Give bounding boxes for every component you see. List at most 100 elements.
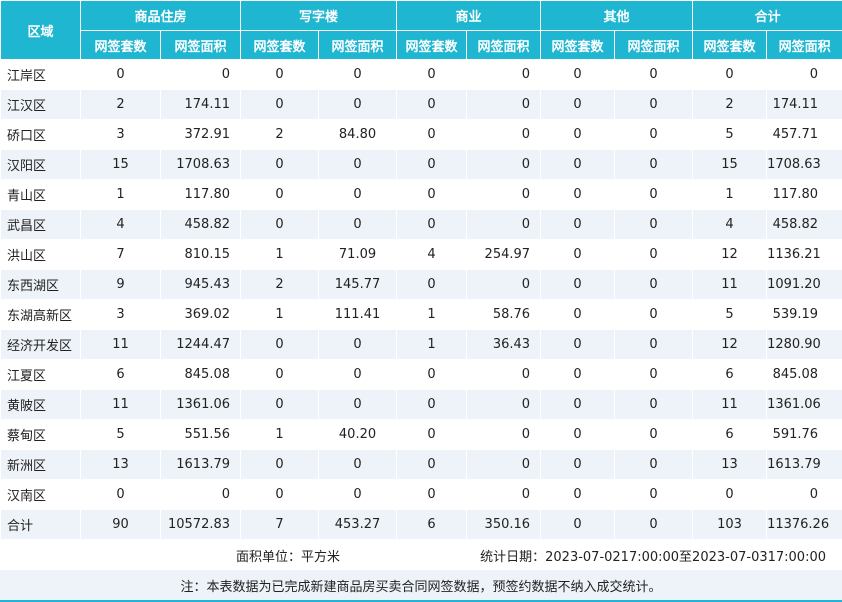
area-unit-label: 面积单位：平方米: [0, 546, 340, 565]
value-cell: 0: [541, 450, 615, 480]
value-cell: 457.71: [767, 120, 842, 150]
table-row: 江岸区0000000000: [1, 60, 842, 90]
value-cell: 0: [541, 300, 615, 330]
value-cell: 6: [397, 510, 467, 540]
value-cell: 11: [693, 270, 767, 300]
value-cell: 1: [241, 300, 319, 330]
value-cell: 1: [693, 180, 767, 210]
value-cell: 1613.79: [161, 450, 241, 480]
value-cell: 1: [241, 420, 319, 450]
value-cell: 945.43: [161, 270, 241, 300]
value-cell: 0: [319, 180, 397, 210]
value-cell: 0: [467, 120, 541, 150]
value-cell: 1708.63: [161, 150, 241, 180]
value-cell: 4: [693, 210, 767, 240]
value-cell: 0: [467, 210, 541, 240]
value-cell: 0: [319, 210, 397, 240]
table-row: 武昌区4458.820000004458.82: [1, 210, 842, 240]
value-cell: 0: [615, 390, 693, 420]
value-cell: 0: [467, 150, 541, 180]
value-cell: 0: [241, 330, 319, 360]
header-group-other: 其他: [541, 1, 693, 31]
table-row: 江夏区6845.080000006845.08: [1, 360, 842, 390]
value-cell: 0: [615, 480, 693, 510]
region-cell: 黄陂区: [1, 390, 81, 420]
value-cell: 174.11: [767, 90, 842, 120]
value-cell: 15: [81, 150, 161, 180]
value-cell: 1: [397, 330, 467, 360]
value-cell: 0: [541, 180, 615, 210]
value-cell: 0: [161, 60, 241, 90]
region-cell: 经济开发区: [1, 330, 81, 360]
value-cell: 0: [467, 390, 541, 420]
value-cell: 0: [541, 420, 615, 450]
value-cell: 10572.83: [161, 510, 241, 540]
value-cell: 0: [693, 60, 767, 90]
value-cell: 0: [467, 450, 541, 480]
value-cell: 0: [319, 360, 397, 390]
value-cell: 0: [615, 60, 693, 90]
header-group-residential: 商品住房: [81, 1, 241, 31]
region-cell: 蔡甸区: [1, 420, 81, 450]
header-group-commercial: 商业: [397, 1, 541, 31]
total-row: 合计9010572.837453.276350.160010311376.26: [1, 510, 842, 540]
value-cell: 117.80: [767, 180, 842, 210]
header-group-office: 写字楼: [241, 1, 397, 31]
value-cell: 0: [397, 90, 467, 120]
value-cell: 2: [81, 90, 161, 120]
value-cell: 71.09: [319, 240, 397, 270]
value-cell: 2: [693, 90, 767, 120]
value-cell: 0: [241, 90, 319, 120]
value-cell: 0: [615, 270, 693, 300]
value-cell: 84.80: [319, 120, 397, 150]
value-cell: 90: [81, 510, 161, 540]
region-cell: 汉南区: [1, 480, 81, 510]
value-cell: 0: [615, 150, 693, 180]
value-cell: 6: [693, 360, 767, 390]
value-cell: 0: [467, 270, 541, 300]
header-sub-area: 网签面积: [161, 31, 241, 60]
value-cell: 0: [319, 60, 397, 90]
statistics-period: 统计日期：2023-07-0217:00:00至2023-07-0317:00:…: [480, 546, 842, 565]
region-cell: 硚口区: [1, 120, 81, 150]
value-cell: 12: [693, 330, 767, 360]
value-cell: 7: [81, 240, 161, 270]
value-cell: 0: [541, 510, 615, 540]
value-cell: 58.76: [467, 300, 541, 330]
value-cell: 1708.63: [767, 150, 842, 180]
value-cell: 0: [319, 330, 397, 360]
value-cell: 845.08: [767, 360, 842, 390]
table-body: 江岸区0000000000江汉区2174.110000002174.11硚口区3…: [1, 60, 842, 540]
value-cell: 0: [541, 270, 615, 300]
value-cell: 0: [467, 90, 541, 120]
value-cell: 0: [241, 450, 319, 480]
value-cell: 0: [615, 510, 693, 540]
value-cell: 0: [467, 420, 541, 450]
value-cell: 0: [467, 360, 541, 390]
value-cell: 12: [693, 240, 767, 270]
value-cell: 551.56: [161, 420, 241, 450]
table-row: 汉南区0000000000: [1, 480, 842, 510]
value-cell: 0: [397, 120, 467, 150]
footnote: 注：本表数据为已完成新建商品房买卖合同网签数据，预签约数据不纳入成交统计。: [0, 570, 842, 602]
value-cell: 4: [397, 240, 467, 270]
table-row: 青山区1117.800000001117.80: [1, 180, 842, 210]
value-cell: 845.08: [161, 360, 241, 390]
value-cell: 0: [397, 210, 467, 240]
value-cell: 369.02: [161, 300, 241, 330]
value-cell: 0: [615, 210, 693, 240]
value-cell: 1280.90: [767, 330, 842, 360]
value-cell: 0: [319, 90, 397, 120]
value-cell: 0: [541, 150, 615, 180]
header-region: 区域: [1, 1, 81, 60]
value-cell: 117.80: [161, 180, 241, 210]
value-cell: 458.82: [161, 210, 241, 240]
value-cell: 0: [319, 390, 397, 420]
value-cell: 0: [541, 120, 615, 150]
value-cell: 1613.79: [767, 450, 842, 480]
region-cell: 江岸区: [1, 60, 81, 90]
value-cell: 591.76: [767, 420, 842, 450]
value-cell: 0: [615, 420, 693, 450]
region-cell: 合计: [1, 510, 81, 540]
value-cell: 0: [615, 90, 693, 120]
